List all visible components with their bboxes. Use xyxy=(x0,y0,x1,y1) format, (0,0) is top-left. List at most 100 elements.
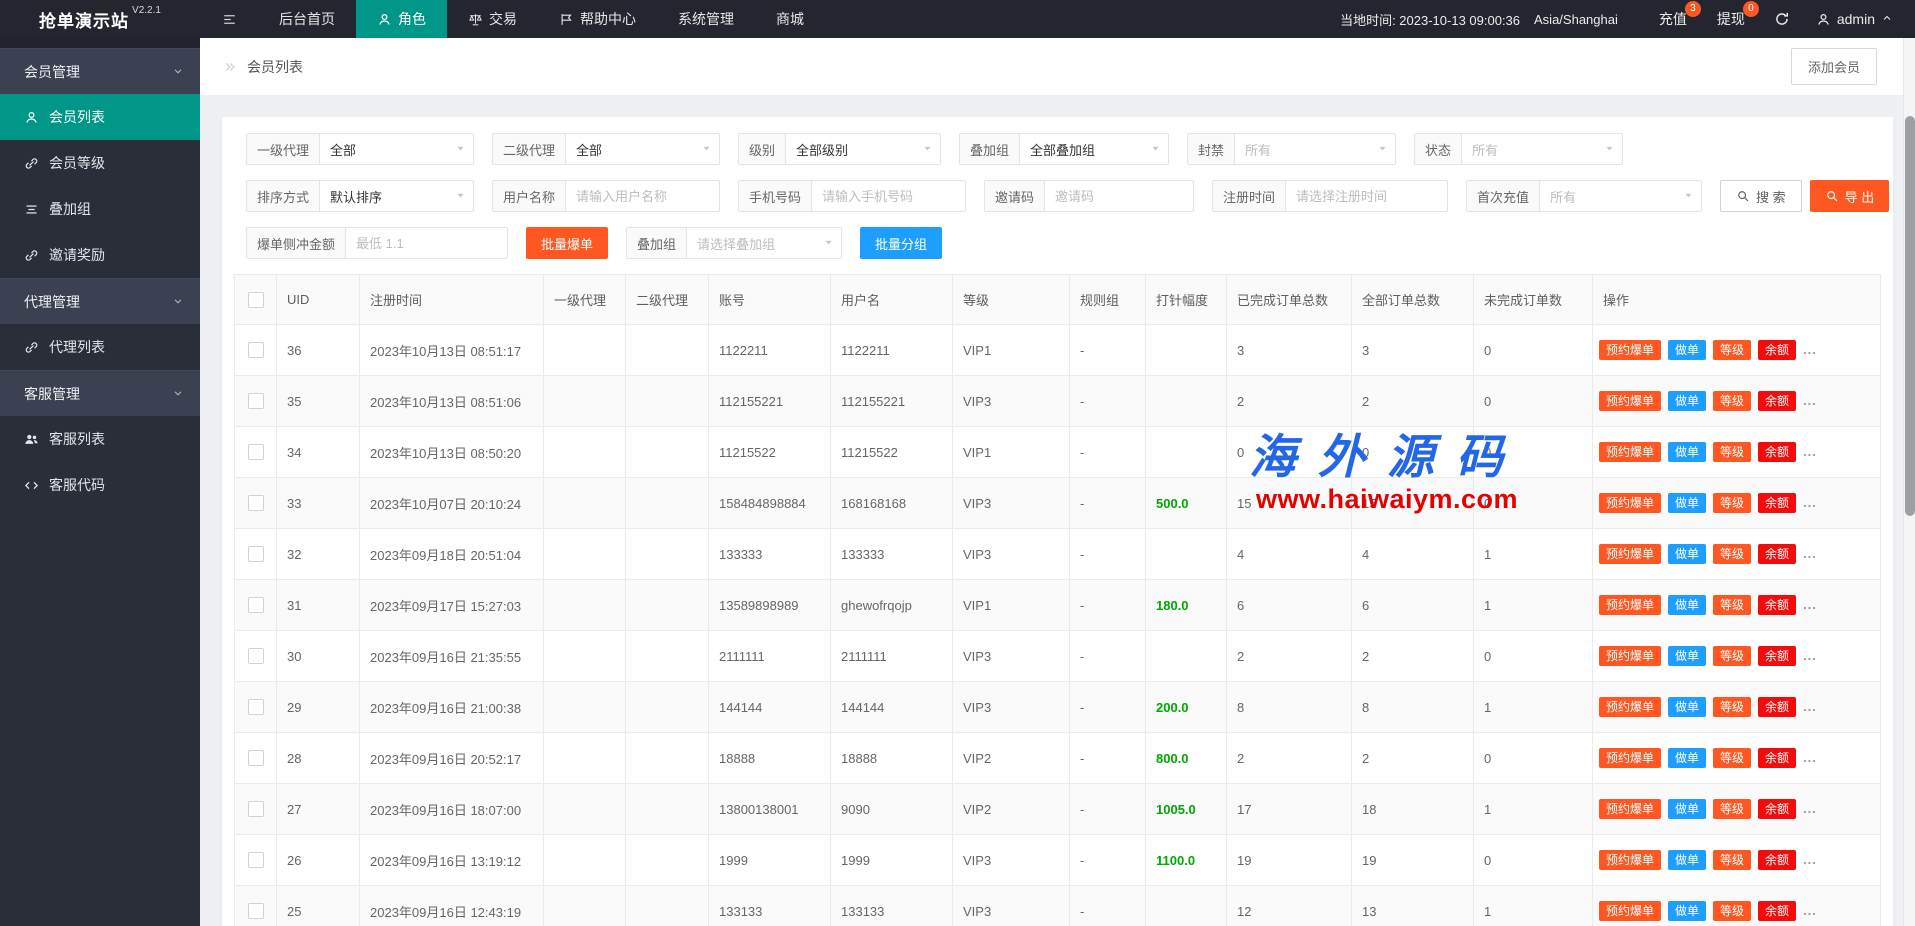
group-filter[interactable]: 叠加组全部叠加组 xyxy=(959,133,1169,165)
first-recharge-filter-value[interactable]: 所有 xyxy=(1540,181,1701,211)
invite-code-filter[interactable]: 邀请码 xyxy=(984,180,1194,212)
row-checkbox[interactable] xyxy=(248,546,264,562)
balance-button[interactable]: 余额 xyxy=(1758,391,1796,411)
row-checkbox[interactable] xyxy=(248,444,264,460)
make-order-button[interactable]: 做单 xyxy=(1668,340,1706,360)
row-checkbox[interactable] xyxy=(248,750,264,766)
reserve-burst-button[interactable]: 预约爆单 xyxy=(1599,748,1661,768)
user-menu[interactable]: admin xyxy=(1804,0,1915,38)
sort-filter[interactable]: 排序方式默认排序 xyxy=(246,180,474,212)
more-actions[interactable]: ... xyxy=(1803,801,1817,816)
sidebar-item-0-2[interactable]: 叠加组 xyxy=(0,186,200,232)
reserve-burst-button[interactable]: 预约爆单 xyxy=(1599,493,1661,513)
nav-item-5[interactable]: 商城 xyxy=(755,0,825,38)
row-checkbox[interactable] xyxy=(248,648,264,664)
make-order-button[interactable]: 做单 xyxy=(1668,493,1706,513)
ban-filter[interactable]: 封禁所有 xyxy=(1187,133,1396,165)
level-filter[interactable]: 级别全部级别 xyxy=(738,133,941,165)
balance-button[interactable]: 余额 xyxy=(1758,493,1796,513)
make-order-button[interactable]: 做单 xyxy=(1668,697,1706,717)
row-checkbox[interactable] xyxy=(248,495,264,511)
balance-button[interactable]: 余额 xyxy=(1758,595,1796,615)
reserve-burst-button[interactable]: 预约爆单 xyxy=(1599,901,1661,921)
level-button[interactable]: 等级 xyxy=(1713,748,1751,768)
reserve-burst-button[interactable]: 预约爆单 xyxy=(1599,595,1661,615)
balance-button[interactable]: 余额 xyxy=(1758,340,1796,360)
make-order-button[interactable]: 做单 xyxy=(1668,646,1706,666)
more-actions[interactable]: ... xyxy=(1803,444,1817,459)
username-filter[interactable]: 用户名称 xyxy=(492,180,720,212)
ban-filter-value[interactable]: 所有 xyxy=(1235,134,1395,164)
level-button[interactable]: 等级 xyxy=(1713,544,1751,564)
level-button[interactable]: 等级 xyxy=(1713,799,1751,819)
make-order-button[interactable]: 做单 xyxy=(1668,799,1706,819)
level-button[interactable]: 等级 xyxy=(1713,340,1751,360)
more-actions[interactable]: ... xyxy=(1803,648,1817,663)
row-checkbox[interactable] xyxy=(248,393,264,409)
reserve-burst-button[interactable]: 预约爆单 xyxy=(1599,544,1661,564)
group-filter-value[interactable]: 全部叠加组 xyxy=(1020,134,1168,164)
row-checkbox[interactable] xyxy=(248,342,264,358)
status-filter-value[interactable]: 所有 xyxy=(1462,134,1622,164)
select-all-checkbox[interactable] xyxy=(248,292,264,308)
make-order-button[interactable]: 做单 xyxy=(1668,901,1706,921)
level-button[interactable]: 等级 xyxy=(1713,901,1751,921)
agent2-filter[interactable]: 二级代理全部 xyxy=(492,133,720,165)
search-button[interactable]: 搜 索 xyxy=(1720,180,1802,212)
reserve-burst-button[interactable]: 预约爆单 xyxy=(1599,799,1661,819)
reg-time-filter[interactable]: 注册时间 xyxy=(1212,180,1448,212)
nav-item-2[interactable]: 交易 xyxy=(447,0,538,38)
sidebar-group-1[interactable]: 代理管理 xyxy=(0,278,200,324)
username-filter-input[interactable] xyxy=(566,181,719,211)
nav-item-1[interactable]: 角色 xyxy=(356,0,447,38)
first-recharge-filter[interactable]: 首次充值所有 xyxy=(1466,180,1702,212)
level-filter-value[interactable]: 全部级别 xyxy=(786,134,940,164)
level-button[interactable]: 等级 xyxy=(1713,850,1751,870)
balance-button[interactable]: 余额 xyxy=(1758,646,1796,666)
make-order-button[interactable]: 做单 xyxy=(1668,442,1706,462)
balance-button[interactable]: 余额 xyxy=(1758,799,1796,819)
batch-group-button[interactable]: 批量分组 xyxy=(860,227,942,259)
phone-filter-input[interactable] xyxy=(812,181,965,211)
scrollbar-thumb[interactable] xyxy=(1905,116,1915,516)
sidebar-group-2[interactable]: 客服管理 xyxy=(0,370,200,416)
make-order-button[interactable]: 做单 xyxy=(1668,544,1706,564)
sort-filter-value[interactable]: 默认排序 xyxy=(320,181,473,211)
sidebar-item-2-0[interactable]: 客服列表 xyxy=(0,416,200,462)
more-actions[interactable]: ... xyxy=(1803,342,1817,357)
row-checkbox[interactable] xyxy=(248,597,264,613)
more-actions[interactable]: ... xyxy=(1803,852,1817,867)
invite-code-filter-input[interactable] xyxy=(1045,181,1193,211)
level-button[interactable]: 等级 xyxy=(1713,493,1751,513)
reg-time-filter-input[interactable] xyxy=(1286,181,1447,211)
balance-button[interactable]: 余额 xyxy=(1758,748,1796,768)
nav-item-0[interactable]: 后台首页 xyxy=(258,0,356,38)
make-order-button[interactable]: 做单 xyxy=(1668,748,1706,768)
agent2-filter-value[interactable]: 全部 xyxy=(566,134,719,164)
level-button[interactable]: 等级 xyxy=(1713,595,1751,615)
row-checkbox[interactable] xyxy=(248,801,264,817)
phone-filter[interactable]: 手机号码 xyxy=(738,180,966,212)
reserve-burst-button[interactable]: 预约爆单 xyxy=(1599,646,1661,666)
export-button[interactable]: 导 出 xyxy=(1810,180,1890,212)
row-checkbox[interactable] xyxy=(248,903,264,919)
more-actions[interactable]: ... xyxy=(1803,597,1817,612)
reserve-burst-button[interactable]: 预约爆单 xyxy=(1599,850,1661,870)
withdraw-link[interactable]: 提现0 xyxy=(1702,0,1760,38)
recharge-link[interactable]: 充值3 xyxy=(1644,0,1702,38)
balance-button[interactable]: 余额 xyxy=(1758,544,1796,564)
balance-button[interactable]: 余额 xyxy=(1758,901,1796,921)
agent1-filter[interactable]: 一级代理全部 xyxy=(246,133,474,165)
more-actions[interactable]: ... xyxy=(1803,903,1817,918)
sidebar-item-2-1[interactable]: 客服代码 xyxy=(0,462,200,508)
nav-item-4[interactable]: 系统管理 xyxy=(657,0,755,38)
sidebar-toggle-button[interactable] xyxy=(200,0,258,38)
agent1-filter-value[interactable]: 全部 xyxy=(320,134,473,164)
sidebar-item-0-1[interactable]: 会员等级 xyxy=(0,140,200,186)
status-filter[interactable]: 状态所有 xyxy=(1414,133,1623,165)
balance-button[interactable]: 余额 xyxy=(1758,697,1796,717)
level-button[interactable]: 等级 xyxy=(1713,646,1751,666)
burst-amount-filter[interactable]: 爆单侧冲金额 xyxy=(246,227,508,259)
burst-amount-filter-input[interactable] xyxy=(346,228,507,258)
more-actions[interactable]: ... xyxy=(1803,393,1817,408)
